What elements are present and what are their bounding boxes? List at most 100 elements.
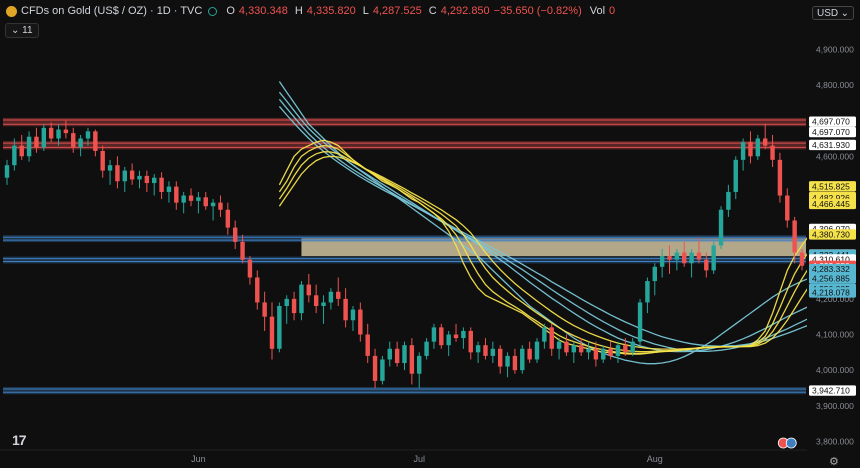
currency-select[interactable]: USD ⌄ (812, 6, 854, 20)
market-status-icon (208, 6, 218, 16)
candle (122, 170, 127, 182)
candle (740, 142, 746, 160)
indicators-toggle-button[interactable]: ⌄ 11 (5, 23, 39, 38)
tradingview-logo-icon[interactable]: 17 (12, 432, 27, 448)
candle (218, 202, 223, 210)
candle (512, 355, 518, 371)
candle (372, 355, 378, 381)
candle (417, 355, 422, 374)
y-tick-label: 4,800.000 (816, 80, 854, 90)
symbol-title[interactable]: CFDs on Gold (US$ / OZ) · 1D · TVC (21, 5, 202, 17)
candle (748, 142, 753, 157)
candle (34, 136, 39, 148)
candle (343, 298, 348, 321)
candle (152, 177, 157, 184)
candle (571, 345, 577, 353)
candle (48, 127, 54, 139)
price-label: 4,380.730 (812, 229, 850, 239)
candle (196, 197, 201, 201)
candle (115, 165, 120, 182)
price-label: 4,466.445 (812, 199, 850, 209)
candle (188, 195, 194, 201)
candle (93, 131, 98, 151)
candle (291, 298, 297, 314)
y-tick-label: 3,800.000 (816, 436, 854, 446)
candle (321, 302, 326, 306)
candle (431, 327, 437, 342)
price-label: 4,697.070 (812, 117, 850, 127)
candle (402, 345, 407, 364)
candle (107, 165, 113, 171)
candle (497, 348, 503, 367)
candle (505, 355, 510, 367)
candle (696, 252, 702, 260)
gear-icon[interactable]: ⚙ (829, 455, 839, 468)
change-value: −35.650 (−0.82%) (493, 5, 582, 17)
candle (232, 227, 238, 242)
open-value: 4,330.348 (238, 5, 288, 17)
candle (733, 159, 738, 192)
resistance-band (3, 117, 806, 127)
candle (608, 348, 613, 356)
price-chart[interactable]: 4,900.0004,800.0004,700.0004,600.0004,20… (0, 0, 860, 468)
candle (299, 284, 304, 314)
candle (777, 159, 783, 196)
candle (255, 277, 260, 303)
candle (549, 327, 554, 349)
candle (785, 195, 790, 221)
candle (623, 345, 628, 353)
chevron-down-icon: ⌄ (11, 25, 23, 36)
candle (770, 145, 775, 160)
candle (203, 197, 208, 207)
candle (387, 348, 392, 360)
candle (704, 259, 709, 271)
low-value: 4,287.525 (372, 5, 422, 17)
candle (19, 145, 24, 157)
candle (394, 348, 400, 364)
candle (247, 259, 253, 278)
currency-value: USD (817, 7, 839, 19)
candle (593, 348, 599, 360)
candle (78, 138, 83, 148)
support-band (3, 235, 806, 243)
y-tick-label: 3,900.000 (816, 401, 854, 411)
candle (446, 334, 451, 346)
candle (652, 266, 657, 282)
candle (210, 202, 216, 207)
candle (365, 334, 370, 356)
candle (674, 252, 680, 260)
y-tick-label: 4,000.000 (816, 365, 854, 375)
candle (490, 348, 496, 356)
candle (645, 281, 650, 303)
candle (534, 341, 540, 360)
candle (630, 341, 635, 353)
candle (726, 191, 731, 210)
candle (262, 302, 267, 317)
candle (225, 209, 231, 228)
candle (409, 345, 415, 374)
candle (144, 175, 150, 184)
candle (667, 256, 672, 260)
support-band (3, 387, 806, 395)
event-flag-icon (785, 437, 797, 449)
candle (306, 284, 312, 296)
candle (56, 129, 61, 139)
x-tick-label: Jun (191, 454, 206, 464)
candle (12, 145, 17, 166)
candle (240, 241, 245, 260)
candle (542, 327, 547, 342)
price-label: 4,697.070 (812, 127, 850, 137)
candle (601, 348, 606, 360)
y-tick-label: 4,100.000 (816, 330, 854, 340)
candle (336, 291, 341, 299)
high-label: H (294, 5, 303, 17)
volume-label: Vol (589, 5, 606, 17)
price-label: 4,631.930 (812, 140, 850, 150)
y-tick-label: 4,600.000 (816, 151, 854, 161)
y-tick-label: 4,900.000 (816, 44, 854, 54)
candle (41, 127, 47, 148)
candle (659, 256, 665, 267)
candle (4, 165, 10, 178)
candle (174, 186, 179, 203)
candle (380, 359, 385, 381)
